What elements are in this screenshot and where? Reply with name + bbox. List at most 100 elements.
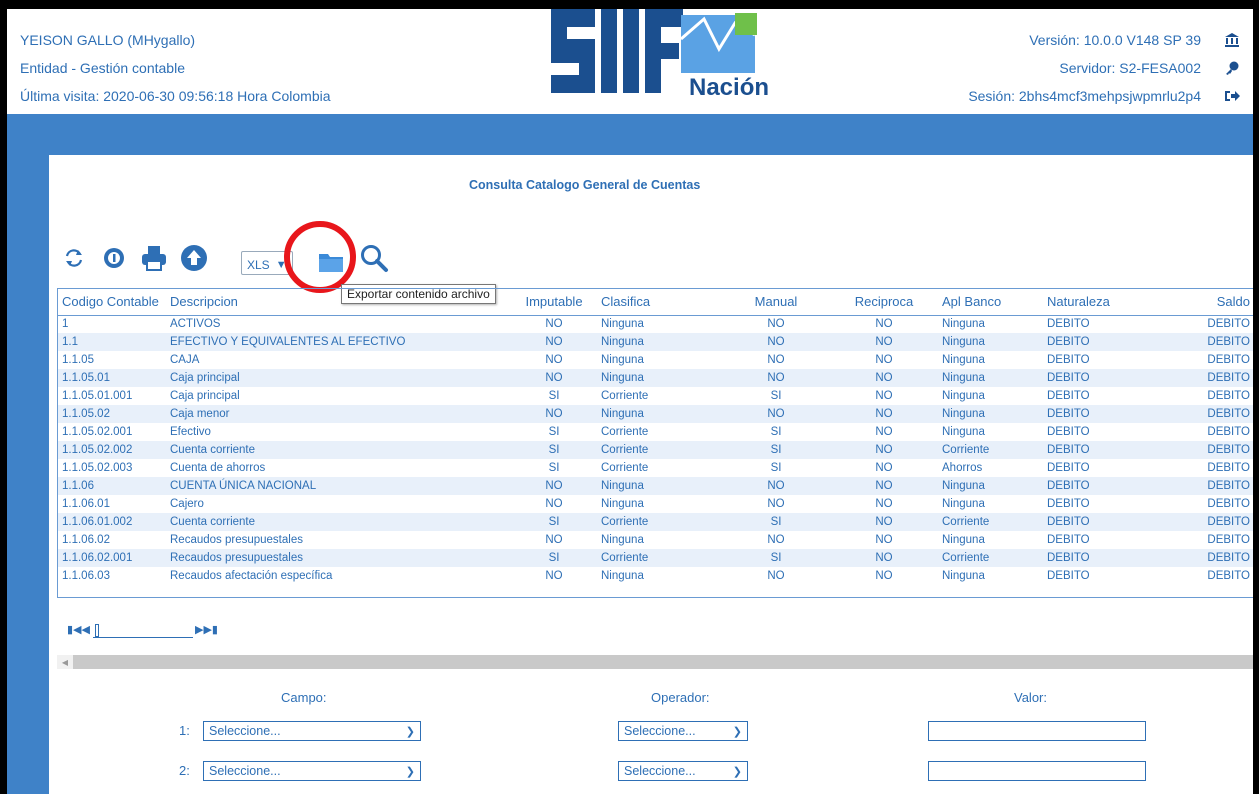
cell-imputable: NO	[545, 498, 563, 510]
cell-apl-banco: Ninguna	[938, 369, 1043, 387]
table-row[interactable]: 1.1.06.01 Cajero NO Ninguna NO NO Ninguna DEBIT…	[58, 495, 1253, 513]
column-header-apl-banco[interactable]: Apl Banco	[938, 289, 1043, 316]
cell-reciproca: NO	[875, 462, 893, 474]
info-icon[interactable]	[97, 241, 131, 275]
table-row[interactable]: 1.1.05.02.002 Cuenta corriente SI Corriente…	[58, 441, 1253, 459]
table-row[interactable]: 1.1.05.01.001 Caja principal SI Corriente SI…	[58, 387, 1253, 405]
column-header-manual[interactable]: Manual	[722, 289, 830, 316]
column-header-reciproca[interactable]: Reciproca	[830, 289, 938, 316]
cell-saldo: DEBITO	[1207, 570, 1250, 582]
cell-imputable: SI	[548, 426, 560, 438]
cell-codigo: 1.1.06	[58, 477, 166, 495]
print-icon[interactable]	[137, 241, 171, 275]
operador-select-1[interactable]: Seleccione... ❯	[618, 721, 748, 741]
cell-saldo: DEBITO	[1207, 390, 1250, 402]
table-row[interactable]: 1.1.05.02 Caja menor NO Ninguna NO NO Ninguna D…	[58, 405, 1253, 423]
cell-clasifica: Corriente	[601, 426, 649, 438]
key-icon[interactable]	[1219, 54, 1245, 82]
table-row[interactable]: 1.1.06.02.001 Recaudos presupuestales SI Co…	[58, 549, 1253, 567]
cell-naturaleza: DEBITO	[1043, 333, 1173, 351]
horizontal-scrollbar[interactable]: ◀	[57, 655, 1253, 669]
cell-codigo: 1.1.05.02.003	[62, 462, 133, 474]
cell-apl-banco: Ninguna	[942, 318, 985, 331]
cell-imputable: NO	[545, 318, 563, 331]
table-row[interactable]: 1.1 EFECTIVO Y EQUIVALENTES AL EFECTIVO NO…	[58, 333, 1253, 351]
upload-icon[interactable]	[177, 241, 211, 275]
header: YEISON GALLO (MHygallo) Entidad - Gestió…	[7, 9, 1253, 114]
first-page-icon[interactable]: ▮◀◀	[67, 623, 90, 636]
cell-imputable: SI	[548, 462, 560, 474]
table-row[interactable]: 1.1.05 CAJA NO Ninguna NO NO Ninguna DEBITO DEBI…	[58, 351, 1253, 369]
column-header-naturaleza[interactable]: Naturaleza	[1043, 289, 1173, 316]
cell-naturaleza: DEBITO	[1047, 354, 1090, 366]
cell-imputable: SI	[511, 513, 597, 531]
column-header-imputable[interactable]: Imputable	[511, 289, 597, 316]
cell-codigo: 1.1.05.02.001	[62, 426, 133, 438]
pager-thumb[interactable]	[95, 624, 99, 637]
cell-reciproca: NO	[830, 477, 938, 495]
cell-naturaleza: DEBITO	[1043, 405, 1173, 423]
cell-clasifica: Ninguna	[597, 405, 722, 423]
last-page-icon[interactable]: ▶▶▮	[195, 623, 218, 636]
cell-saldo: DEBITO	[1207, 318, 1250, 331]
pager-track[interactable]	[93, 625, 193, 638]
column-header-saldo[interactable]: Saldo	[1173, 289, 1253, 316]
scroll-left-icon[interactable]: ◀	[57, 655, 73, 669]
cell-saldo: DEBITO	[1207, 498, 1250, 510]
cell-codigo: 1.1.06.02	[62, 534, 110, 546]
cell-codigo: 1.1.05	[62, 354, 94, 366]
operador-select-2[interactable]: Seleccione... ❯	[618, 761, 748, 781]
table-row[interactable]: 1.1.05.02.001 Efectivo SI Corriente SI NO Ning…	[58, 423, 1253, 441]
cell-manual: SI	[770, 426, 782, 438]
cell-apl-banco: Ahorros	[942, 462, 983, 474]
cell-clasifica: Ninguna	[597, 333, 722, 351]
operador-select-value: Seleccione...	[624, 764, 696, 778]
table-row[interactable]: 1.1.06 CUENTA ÚNICA NACIONAL NO Ninguna NO NO…	[58, 477, 1253, 495]
cell-apl-banco: Corriente	[938, 549, 1043, 567]
cell-saldo: DEBITO	[1173, 513, 1253, 531]
cell-clasifica: Corriente	[601, 462, 649, 474]
table-row[interactable]: 1 ACTIVOS NO Ninguna NO NO Ninguna DEBITO DEBITO	[58, 315, 1253, 333]
cell-imputable: SI	[511, 441, 597, 459]
cell-reciproca: NO	[875, 318, 893, 331]
table-row[interactable]: 1.1.05.01 Caja principal NO Ninguna NO NO Ning…	[58, 369, 1253, 387]
cell-reciproca: NO	[875, 390, 893, 402]
bank-icon[interactable]	[1219, 26, 1245, 54]
cell-clasifica: Ninguna	[601, 318, 644, 331]
column-header-codigo[interactable]: Codigo Contable	[58, 289, 166, 316]
cell-apl-banco: Ninguna	[942, 390, 985, 402]
toolbar: XLS ▼	[57, 241, 437, 281]
table-row[interactable]: 1.1.06.02 Recaudos presupuestales NO Ningun…	[58, 531, 1253, 549]
cell-saldo: DEBITO	[1173, 477, 1253, 495]
cell-saldo: DEBITO	[1173, 369, 1253, 387]
session-text: Sesión: 2bhs4mcf3mehpsjwpmrlu2p4	[968, 88, 1201, 104]
cell-clasifica: Ninguna	[597, 369, 722, 387]
cell-reciproca: NO	[875, 426, 893, 438]
column-header-clasifica[interactable]: Clasifica	[597, 289, 722, 316]
filter-row-number: 1:	[179, 723, 190, 738]
session-info: Versión: 10.0.0 V148 SP 39 Servidor: S2-…	[968, 26, 1201, 110]
cell-codigo: 1	[62, 318, 69, 331]
table-row[interactable]: 1.1.06.01.002 Cuenta corriente SI Corriente…	[58, 513, 1253, 531]
column-header-descripcion[interactable]: Descripcion	[166, 289, 511, 316]
search-icon[interactable]	[357, 241, 391, 275]
table-row[interactable]: 1.1.05.02.003 Cuenta de ahorros SI Corrient…	[58, 459, 1253, 477]
cell-codigo: 1.1	[58, 333, 166, 351]
cell-imputable: NO	[511, 405, 597, 423]
campo-select-1[interactable]: Seleccione... ❯	[203, 721, 421, 741]
cell-imputable: NO	[511, 333, 597, 351]
catalog-panel: Consulta Catalogo General de Cuentas XLS…	[49, 155, 1253, 794]
logout-icon[interactable]	[1219, 82, 1245, 110]
cell-imputable: NO	[511, 369, 597, 387]
cell-reciproca: NO	[830, 333, 938, 351]
table-row[interactable]: 1.1.06.03 Recaudos afectación específica N…	[58, 567, 1253, 585]
refresh-icon[interactable]	[57, 241, 91, 275]
campo-select-2[interactable]: Seleccione... ❯	[203, 761, 421, 781]
valor-input-2[interactable]	[928, 761, 1146, 781]
cell-apl-banco: Ninguna	[942, 570, 985, 582]
cell-saldo: DEBITO	[1207, 354, 1250, 366]
table-body: 1 ACTIVOS NO Ninguna NO NO Ninguna DEBITO DEBITO…	[58, 315, 1253, 585]
cell-descripcion: CUENTA ÚNICA NACIONAL	[166, 477, 511, 495]
cell-clasifica: Ninguna	[601, 354, 644, 366]
valor-input-1[interactable]	[928, 721, 1146, 741]
